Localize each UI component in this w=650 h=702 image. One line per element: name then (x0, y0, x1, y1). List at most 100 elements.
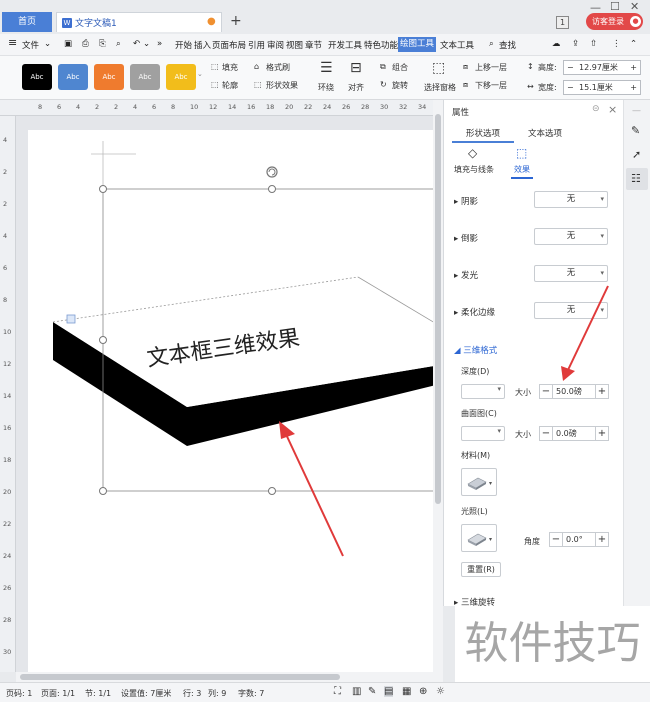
gallery-more-icon[interactable]: ⌄ (197, 70, 203, 78)
shape-3d-textbox[interactable]: 文本框三维效果 (16, 116, 433, 672)
bring-forward-icon[interactable]: ⧈ (463, 62, 468, 72)
handle-left[interactable] (99, 336, 107, 344)
properties-toggle[interactable]: ☷ (626, 168, 648, 190)
send-backward-button[interactable]: 下移一层 (475, 80, 507, 91)
vertical-scrollbar[interactable] (433, 100, 443, 672)
share-icon[interactable]: ⇪ (572, 39, 579, 49)
style-swatch[interactable]: Abc (166, 64, 196, 90)
save-icon[interactable]: ▣ (64, 39, 72, 49)
width-minus-icon[interactable]: − (567, 81, 574, 94)
read-mode-icon[interactable]: ▥ (352, 686, 361, 697)
bring-forward-button[interactable]: 上移一层 (475, 62, 507, 73)
status-col[interactable]: 列: 9 (208, 688, 226, 699)
angle-minus-button[interactable]: − (549, 532, 563, 547)
login-button[interactable]: 访客登录 ● (586, 13, 643, 30)
angle-plus-button[interactable]: + (595, 532, 609, 547)
selection-pane-icon[interactable]: ⬚ (432, 60, 445, 76)
menu-item[interactable]: 开始 (175, 39, 192, 51)
menu-item[interactable]: 章节 (305, 39, 322, 51)
format-brush-icon[interactable]: ⌂ (254, 62, 259, 71)
undo-dropdown-icon[interactable]: ⌄ (143, 39, 150, 49)
menu-item[interactable]: 开发工具 (328, 39, 362, 51)
anchor-icon[interactable] (66, 314, 76, 324)
upload-icon[interactable]: ⇧ (590, 39, 597, 49)
outline-icon[interactable]: ⬚ (211, 80, 219, 89)
add-tab-icon[interactable]: + (230, 13, 242, 29)
tab-home[interactable]: 首页 (2, 12, 52, 32)
align-icon[interactable]: ⊟ (350, 60, 362, 76)
style-swatch[interactable]: Abc (58, 64, 88, 90)
horizontal-ruler[interactable]: 8 6 4 2 2 4 6 8 10 12 14 16 18 20 22 24 26 28 30 32 34 (0, 100, 438, 116)
contour-value[interactable]: 0.0磅 (553, 426, 595, 441)
collapse-icon[interactable]: ⌃ (630, 39, 637, 49)
reset-button[interactable]: 重置(R) (461, 562, 501, 577)
rotate-icon[interactable]: ↻ (380, 80, 387, 89)
preview-icon[interactable]: ⌕ (116, 39, 121, 49)
selection-pane-button[interactable]: 选择窗格 (424, 82, 456, 93)
angle-value[interactable]: 0.0° (563, 532, 595, 547)
close-icon[interactable]: ✕ (630, 0, 639, 13)
align-button[interactable]: 对齐 (348, 82, 364, 93)
height-plus-icon[interactable]: + (630, 61, 637, 74)
wrap-button[interactable]: 环绕 (318, 82, 334, 93)
send-backward-icon[interactable]: ⧈ (463, 80, 468, 90)
vertical-scroll-thumb[interactable] (435, 114, 441, 504)
width-plus-icon[interactable]: + (630, 81, 637, 94)
pen-mode-icon[interactable]: ✎ (368, 686, 376, 697)
menu-item[interactable]: 插入 (194, 39, 211, 51)
fit-icon[interactable]: ⛶ (334, 686, 341, 697)
more-icon[interactable]: ⋮ (612, 39, 621, 49)
hamburger-icon[interactable]: ≡ (8, 36, 17, 49)
wrap-icon[interactable]: ☰ (320, 60, 333, 76)
fill-icon[interactable]: ⬚ (211, 62, 219, 71)
style-swatch[interactable]: Abc (130, 64, 160, 90)
menu-item[interactable]: 引用 (248, 39, 265, 51)
pen-icon[interactable]: ✎ (631, 124, 640, 137)
print-icon[interactable]: ⎙ (82, 39, 89, 49)
contour-color-select[interactable]: ▾ (461, 426, 505, 441)
horizontal-scrollbar[interactable] (16, 672, 443, 682)
search-icon[interactable]: ⌕ (489, 39, 494, 49)
web-view-icon[interactable]: ⊕ (419, 686, 427, 697)
horizontal-scroll-thumb[interactable] (20, 674, 340, 680)
style-swatch[interactable]: Abc (94, 64, 124, 90)
outline-view-icon[interactable]: ▦ (402, 686, 411, 697)
menu-text-tools[interactable]: 文本工具 (440, 39, 474, 51)
material-select[interactable]: ▾ (461, 468, 497, 496)
window-count-badge[interactable]: 1 (556, 16, 569, 29)
rotate-button[interactable]: 旋转 (392, 80, 408, 91)
outline-button[interactable]: 轮廓 (222, 80, 238, 91)
width-stepper[interactable]: − 15.1厘米 + (563, 80, 641, 95)
menu-item[interactable]: 特色功能 (364, 39, 398, 51)
maximize-icon[interactable]: ☐ (610, 0, 620, 13)
menu-file[interactable]: 文件 (22, 39, 39, 51)
status-pages[interactable]: 页面: 1/1 (41, 688, 75, 699)
redo-icon[interactable]: » (157, 39, 162, 49)
height-minus-icon[interactable]: − (567, 61, 574, 74)
group-icon[interactable]: ⧉ (380, 62, 386, 72)
status-section[interactable]: 节: 1/1 (85, 688, 111, 699)
tab-document[interactable]: W 文字文稿1 ● (56, 12, 222, 32)
lighting-select[interactable]: ▾ (461, 524, 497, 552)
status-page-num[interactable]: 页码: 1 (6, 688, 32, 699)
status-row[interactable]: 行: 3 (183, 688, 201, 699)
height-stepper[interactable]: − 12.97厘米 + (563, 60, 641, 75)
eye-care-icon[interactable]: ☼ (436, 686, 445, 697)
group-button[interactable]: 组合 (392, 62, 408, 73)
vertical-ruler[interactable]: 4 2 2 4 6 8 10 12 14 16 18 20 22 24 26 28 30 (0, 116, 16, 672)
export-icon[interactable]: ⎘ (99, 39, 106, 49)
shape-effect-button[interactable]: 形状效果 (266, 80, 298, 91)
status-words[interactable]: 字数: 7 (238, 688, 264, 699)
handle-bottom[interactable] (268, 487, 276, 495)
contour-plus-button[interactable]: + (595, 426, 609, 441)
handle-top-left[interactable] (99, 185, 107, 193)
fill-button[interactable]: 填充 (222, 62, 238, 73)
contour-minus-button[interactable]: − (539, 426, 553, 441)
menu-search[interactable]: 查找 (499, 39, 516, 51)
pointer-icon[interactable]: ➚ (632, 148, 641, 161)
handle-top[interactable] (268, 185, 276, 193)
menu-item[interactable]: 页面布局 (212, 39, 246, 51)
menu-drawing-tools[interactable]: 绘图工具 (398, 37, 436, 52)
handle-bottom-left[interactable] (99, 487, 107, 495)
shape-effect-icon[interactable]: ⬚ (254, 80, 262, 89)
